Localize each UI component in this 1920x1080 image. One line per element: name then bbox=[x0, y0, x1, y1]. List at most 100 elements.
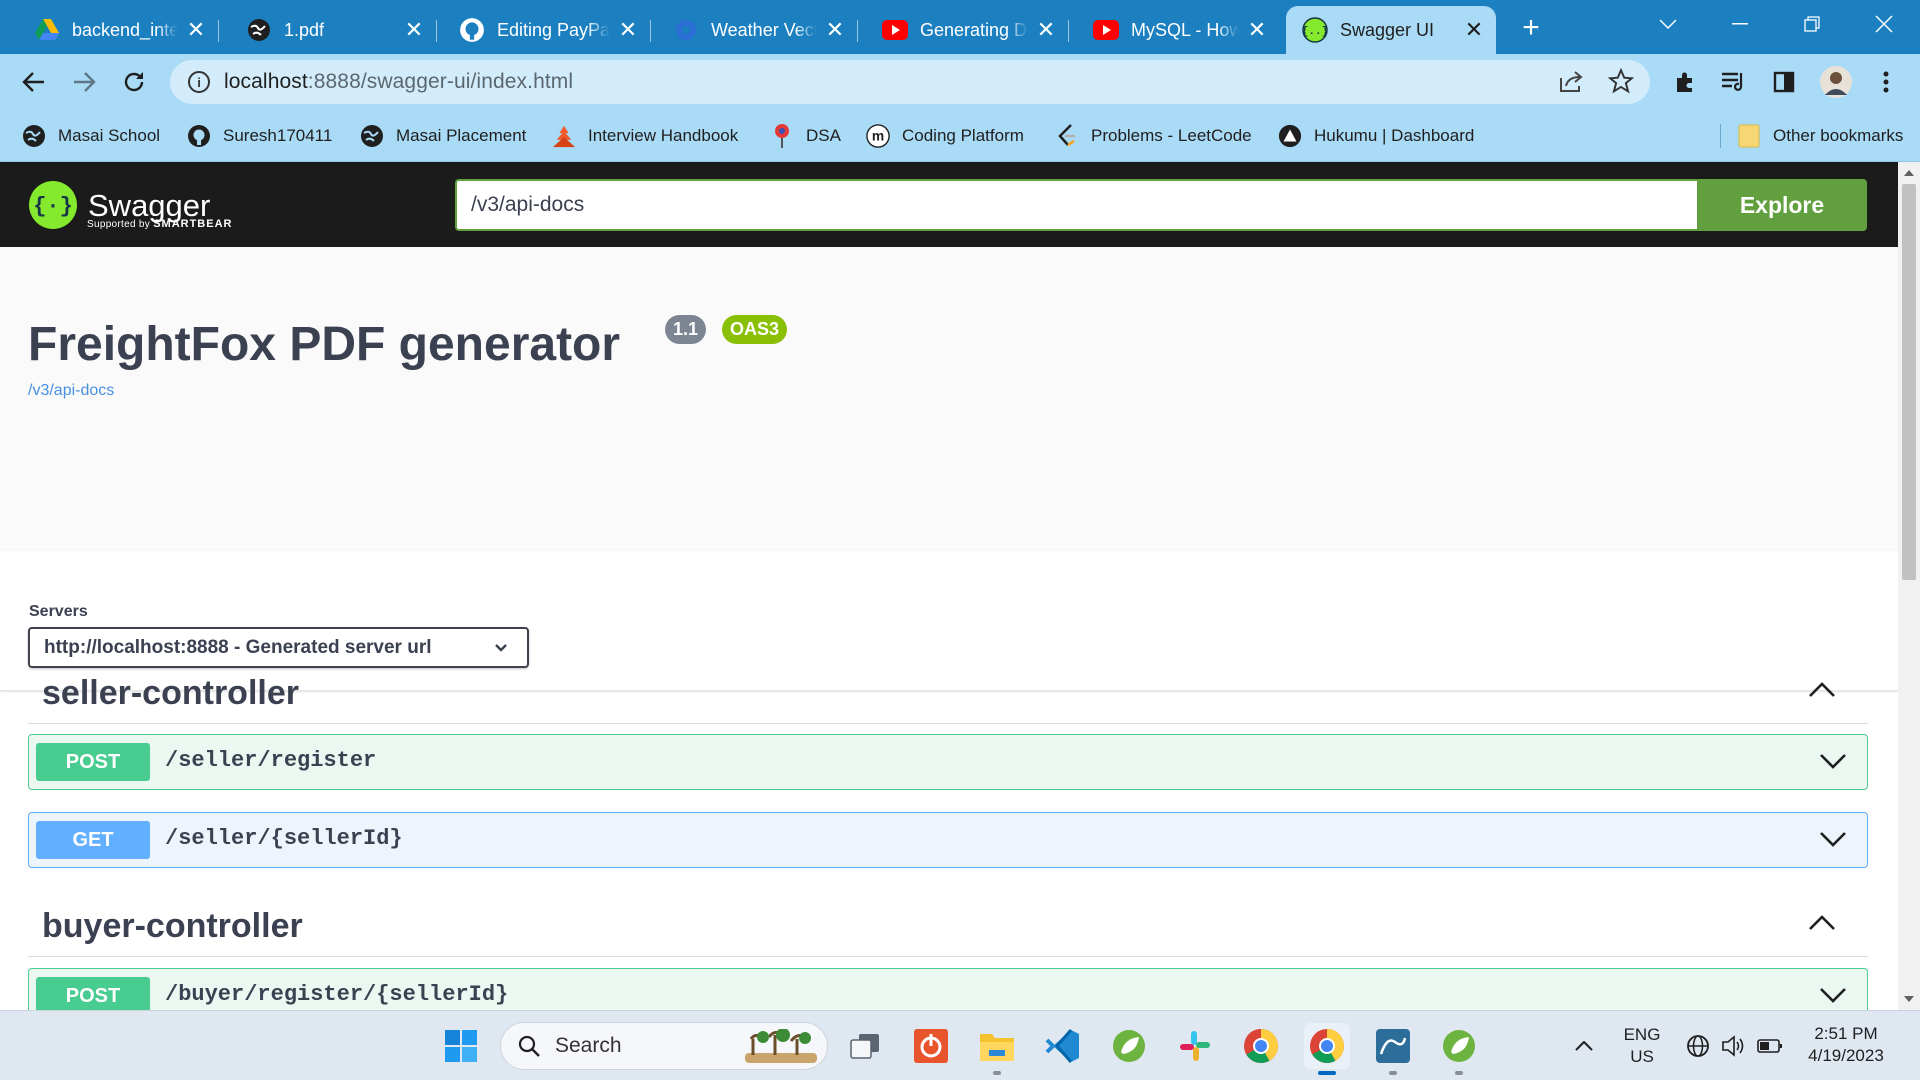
close-tab-icon[interactable]: ✕ bbox=[1245, 18, 1269, 42]
bookmark-masai-placement[interactable]: Masai Placement bbox=[360, 120, 526, 152]
chevron-down-icon[interactable] bbox=[1819, 985, 1847, 1010]
swagger-icon: {..} bbox=[1302, 17, 1328, 43]
reload-icon[interactable] bbox=[114, 62, 154, 102]
triangle-icon bbox=[1278, 124, 1302, 148]
reading-list-icon[interactable] bbox=[1714, 62, 1754, 102]
profile-avatar[interactable] bbox=[1816, 62, 1856, 102]
spring-boot-icon[interactable] bbox=[1436, 1023, 1482, 1075]
operation-path: /buyer/register/{sellerId} bbox=[165, 982, 509, 1007]
globe-icon bbox=[246, 17, 272, 43]
globe-icon bbox=[22, 124, 46, 148]
address-path: :8888/swagger-ui/index.html bbox=[307, 70, 574, 93]
bookmark-masai-school[interactable]: Masai School bbox=[22, 120, 160, 152]
other-bookmarks[interactable]: Other bookmarks bbox=[1737, 120, 1903, 152]
scrollbar-thumb[interactable] bbox=[1902, 184, 1916, 580]
extensions-puzzle-icon[interactable] bbox=[1665, 62, 1705, 102]
bookmark-coding-platform[interactable]: m Coding Platform bbox=[866, 120, 1024, 152]
chevron-up-icon[interactable] bbox=[1808, 913, 1836, 936]
chrome-active-icon[interactable] bbox=[1304, 1023, 1350, 1075]
servers-label: Servers bbox=[29, 603, 88, 620]
tab-swagger-ui[interactable]: {..} Swagger UI ✕ bbox=[1286, 6, 1496, 54]
swagger-topbar: {·} Swagger Supported by SMARTBEAR Explo… bbox=[0, 162, 1898, 247]
chrome-menu-icon[interactable] bbox=[1866, 62, 1906, 102]
tab-generating-de[interactable]: Generating DE ✕ bbox=[866, 6, 1069, 54]
chrome-icon[interactable] bbox=[1238, 1023, 1284, 1069]
address-host: localhost bbox=[224, 70, 308, 93]
tray-overflow-chevron-icon[interactable] bbox=[1562, 1023, 1606, 1069]
svg-text:{..}: {..} bbox=[1302, 26, 1328, 38]
minimize-icon[interactable] bbox=[1705, 0, 1775, 48]
operation-post-buyer-register[interactable]: POST /buyer/register/{sellerId} bbox=[28, 968, 1868, 1010]
close-tab-icon[interactable]: ✕ bbox=[823, 18, 847, 42]
chevron-up-icon[interactable] bbox=[1808, 680, 1836, 703]
swagger-page: {·} Swagger Supported by SMARTBEAR Explo… bbox=[0, 162, 1898, 1010]
vscode-icon[interactable] bbox=[1040, 1023, 1086, 1069]
operation-post-seller-register[interactable]: POST /seller/register bbox=[28, 734, 1868, 790]
tab-weather-vector[interactable]: Weather Vecto ✕ bbox=[657, 6, 858, 54]
tab-backend-intern[interactable]: backend_intern ✕ bbox=[18, 6, 219, 54]
google-drive-icon bbox=[34, 17, 60, 43]
chevron-down-icon[interactable] bbox=[1819, 751, 1847, 776]
scroll-up-arrow-icon[interactable] bbox=[1898, 162, 1920, 184]
clock[interactable]: 2:51 PM 4/19/2023 bbox=[1796, 1023, 1896, 1067]
close-tab-icon[interactable]: ✕ bbox=[616, 18, 640, 42]
bookmark-interview-handbook[interactable]: Interview Handbook bbox=[552, 120, 738, 152]
close-tab-icon[interactable]: ✕ bbox=[184, 18, 208, 42]
windows-start-icon[interactable] bbox=[438, 1023, 484, 1069]
share-icon[interactable] bbox=[1558, 68, 1586, 99]
spec-url-input[interactable] bbox=[455, 179, 1697, 231]
taskbar-search[interactable]: Search bbox=[500, 1022, 828, 1070]
swagger-logo[interactable]: {·} Swagger Supported by SMARTBEAR bbox=[28, 178, 231, 232]
close-tab-icon[interactable]: ✕ bbox=[402, 18, 426, 42]
close-tab-icon[interactable]: ✕ bbox=[1034, 18, 1058, 42]
bookmark-star-icon[interactable] bbox=[1607, 67, 1635, 99]
close-tab-icon[interactable]: ✕ bbox=[1462, 18, 1486, 42]
close-window-icon[interactable] bbox=[1849, 0, 1919, 48]
new-tab-button[interactable]: + bbox=[1513, 10, 1549, 46]
restore-icon[interactable] bbox=[1777, 0, 1847, 48]
youtube-icon bbox=[1093, 17, 1119, 43]
file-explorer-icon[interactable] bbox=[974, 1023, 1020, 1075]
tab-1-pdf[interactable]: 1.pdf ✕ bbox=[230, 6, 437, 54]
oas-badge: OAS3 bbox=[722, 315, 788, 344]
bookmark-hukumu-dashboard[interactable]: Hukumu | Dashboard bbox=[1278, 120, 1474, 152]
power-app-icon[interactable] bbox=[908, 1023, 954, 1069]
operation-path: /seller/register bbox=[165, 748, 377, 773]
page-scrollbar[interactable] bbox=[1898, 162, 1920, 1010]
weather-icon bbox=[673, 17, 699, 43]
m-icon: m bbox=[866, 124, 890, 148]
tab-strip: backend_intern ✕ 1.pdf ✕ Editing PayPal_… bbox=[0, 0, 1920, 54]
side-panel-icon[interactable] bbox=[1764, 62, 1804, 102]
address-bar[interactable]: i localhost:8888/swagger-ui/index.html bbox=[170, 60, 1650, 104]
bookmark-suresh170411[interactable]: Suresh170411 bbox=[187, 120, 332, 152]
tab-search-chevron-icon[interactable] bbox=[1633, 0, 1703, 48]
tab-editing-paypal[interactable]: Editing PayPal_ ✕ bbox=[443, 6, 651, 54]
bookmark-leetcode[interactable]: Problems - LeetCode bbox=[1055, 120, 1252, 152]
github-icon bbox=[187, 124, 211, 148]
method-badge: GET bbox=[36, 821, 150, 859]
pagoda-icon bbox=[552, 124, 576, 148]
forward-arrow-icon[interactable] bbox=[64, 62, 104, 102]
spec-link[interactable]: /v3/api-docs bbox=[28, 382, 114, 400]
site-info-icon[interactable]: i bbox=[188, 71, 210, 93]
search-highlight-icon bbox=[745, 1029, 817, 1063]
api-title: FreightFox PDF generator bbox=[28, 318, 621, 371]
back-arrow-icon[interactable] bbox=[14, 62, 54, 102]
operation-get-seller-id[interactable]: GET /seller/{sellerId} bbox=[28, 812, 1868, 868]
method-badge: POST bbox=[36, 977, 150, 1010]
tag-seller-controller[interactable]: seller-controller bbox=[28, 662, 1868, 724]
explore-button[interactable]: Explore bbox=[1697, 179, 1867, 231]
slack-icon[interactable] bbox=[1172, 1023, 1218, 1069]
mysql-workbench-icon[interactable] bbox=[1370, 1023, 1416, 1075]
spring-tools-icon[interactable] bbox=[1106, 1023, 1152, 1069]
chevron-down-icon[interactable] bbox=[1819, 829, 1847, 854]
battery-icon[interactable] bbox=[1748, 1023, 1792, 1069]
language-indicator[interactable]: ENG US bbox=[1620, 1024, 1664, 1068]
bookmark-dsa[interactable]: DSA bbox=[770, 120, 841, 152]
tag-buyer-controller[interactable]: buyer-controller bbox=[28, 895, 1868, 957]
scroll-down-arrow-icon[interactable] bbox=[1898, 988, 1920, 1010]
tab-mysql-how[interactable]: MySQL - How ✕ bbox=[1077, 6, 1279, 54]
task-view-icon[interactable] bbox=[842, 1023, 888, 1069]
browser-toolbar: i localhost:8888/swagger-ui/index.html bbox=[0, 54, 1920, 110]
folder-icon bbox=[1737, 124, 1761, 148]
